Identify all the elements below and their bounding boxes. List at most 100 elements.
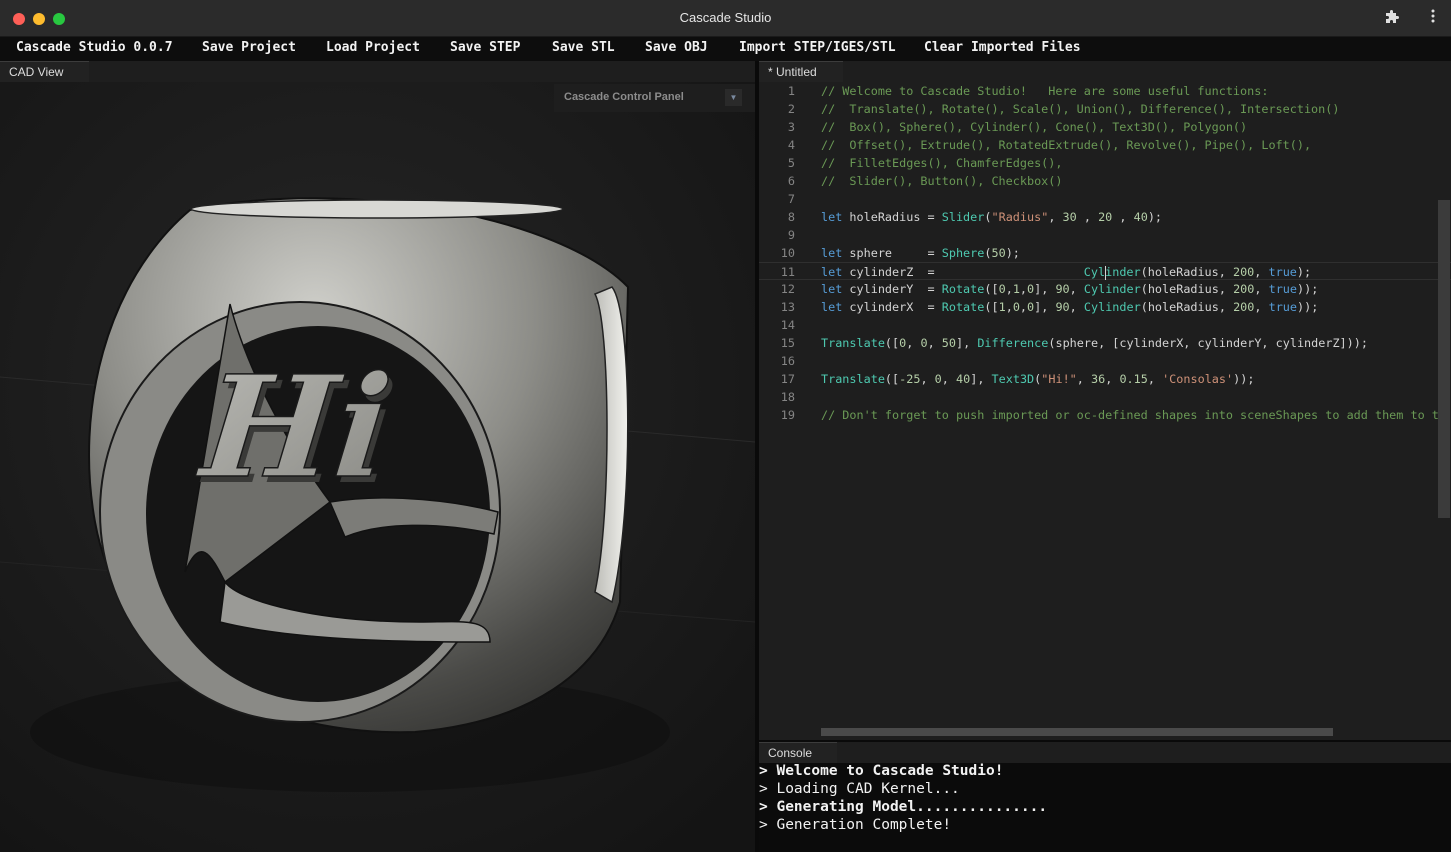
code-line[interactable]: 5 // FilletEdges(), ChamferEdges(), <box>759 154 1451 172</box>
code-line[interactable]: 3 // Box(), Sphere(), Cylinder(), Cone(),… <box>759 118 1451 136</box>
model-text: Hi <box>191 345 398 510</box>
chevron-down-icon[interactable]: ▼ <box>725 89 742 106</box>
code-token: Cyl <box>1083 265 1106 279</box>
line-number: 19 <box>780 408 795 422</box>
code-token: holeRadius = <box>842 210 942 224</box>
code-token: let <box>821 246 843 260</box>
code-token: , <box>1019 282 1028 296</box>
code-token: 1 <box>998 300 1006 314</box>
code-token: 0 <box>998 282 1006 296</box>
line-number: 10 <box>780 246 795 260</box>
window-title: Cascade Studio <box>679 10 772 25</box>
code-line[interactable]: 12 let cylinderY = Rotate([0,1,0], 90, Cy… <box>759 280 1451 298</box>
code-token: let <box>821 210 843 224</box>
code-line[interactable]: 11 let cylinderZ = Cylinder(holeRadius, 2… <box>759 262 1451 280</box>
line-number: 2 <box>787 102 795 116</box>
code-token: 30 <box>1062 210 1077 224</box>
code-text: Translate([0, 0, 50], Difference(sphere,… <box>821 334 1368 352</box>
console-line: > Welcome to Cascade Studio! <box>759 763 1004 779</box>
line-number: 3 <box>787 120 795 134</box>
code-token: ); <box>1005 246 1020 260</box>
code-line[interactable]: 13 let cylinderX = Rotate([1,0,0], 90, Cy… <box>759 298 1451 316</box>
code-token: ], <box>1034 300 1056 314</box>
more-vertical-icon[interactable] <box>1426 9 1440 29</box>
code-token: , <box>1105 372 1120 386</box>
menu-app-version[interactable]: Cascade Studio 0.0.7 <box>16 40 173 55</box>
code-line[interactable]: 8 let holeRadius = Slider("Radius", 30 , … <box>759 208 1451 226</box>
cad-viewport[interactable]: Hi Hi Cascade Control Panel ▼ <box>0 82 755 852</box>
tab-console[interactable]: Console <box>759 742 837 763</box>
code-token: Text3D <box>991 372 1035 386</box>
code-line[interactable]: 17 Translate([-25, 0, 40], Text3D("Hi!", … <box>759 370 1451 388</box>
code-text: // Welcome to Cascade Studio! Here are s… <box>821 82 1268 100</box>
menu-save-stl[interactable]: Save STL <box>552 40 615 55</box>
code-token: , <box>906 336 921 350</box>
code-token: ([ <box>984 282 999 296</box>
code-token: )); <box>1297 300 1319 314</box>
code-token: cylinderZ = <box>842 265 1084 279</box>
menu-save-project[interactable]: Save Project <box>202 40 296 55</box>
console-line: > Generating Model............... <box>759 799 1048 815</box>
code-token: 40 <box>1133 210 1148 224</box>
code-token: let <box>821 300 843 314</box>
code-token: , <box>1147 372 1163 386</box>
code-token: 200 <box>1233 282 1255 296</box>
control-panel[interactable]: Cascade Control Panel ▼ <box>554 84 755 112</box>
code-token: ); <box>1296 265 1312 279</box>
line-number: 8 <box>787 210 795 224</box>
tab-cad-view[interactable]: CAD View <box>0 61 89 82</box>
code-token: -25 <box>899 372 921 386</box>
code-text: let cylinderX = Rotate([1,0,0], 90, Cyli… <box>821 298 1318 316</box>
tab-untitled[interactable]: * Untitled <box>759 61 843 82</box>
horizontal-splitter[interactable] <box>759 740 1451 742</box>
menu-save-step[interactable]: Save STEP <box>450 40 520 55</box>
console-line: > Generation Complete! <box>759 817 952 833</box>
line-number: 6 <box>787 174 795 188</box>
editor-horizontal-scrollbar[interactable] <box>821 728 1333 736</box>
code-text: // Slider(), Button(), Checkbox() <box>821 172 1062 190</box>
code-line[interactable]: 18 <box>759 388 1451 406</box>
code-token: sphere = <box>842 246 942 260</box>
code-token: let <box>821 282 843 296</box>
code-token: , <box>1254 282 1269 296</box>
code-token: true <box>1268 300 1298 314</box>
code-line[interactable]: 16 <box>759 352 1451 370</box>
code-line[interactable]: 9 <box>759 226 1451 244</box>
code-token: // Welcome to Cascade Studio! Here are s… <box>821 84 1269 98</box>
code-line[interactable]: 1 // Welcome to Cascade Studio! Here are … <box>759 82 1451 100</box>
line-number: 14 <box>780 318 795 332</box>
code-line[interactable]: 10 let sphere = Sphere(50); <box>759 244 1451 262</box>
code-text: // FilletEdges(), ChamferEdges(), <box>821 154 1062 172</box>
code-token: 40 <box>956 372 971 386</box>
code-text: let cylinderZ = Cylinder(holeRadius, 200… <box>821 263 1311 281</box>
code-text: let sphere = Sphere(50); <box>821 244 1020 262</box>
code-line[interactable]: 19 // Don't forget to push imported or oc… <box>759 406 1451 424</box>
code-token: "Hi!" <box>1041 372 1077 386</box>
code-line[interactable]: 14 <box>759 316 1451 334</box>
code-editor[interactable]: 1 // Welcome to Cascade Studio! Here are … <box>759 82 1451 740</box>
menu-import-files[interactable]: Import STEP/IGES/STL <box>739 40 896 55</box>
code-token: ); <box>1147 210 1163 224</box>
code-token: , <box>1019 300 1028 314</box>
code-line[interactable]: 15 Translate([0, 0, 50], Difference(spher… <box>759 334 1451 352</box>
code-token: cylinderX = <box>842 300 942 314</box>
menu-load-project[interactable]: Load Project <box>326 40 420 55</box>
code-token: // Slider(), Button(), Checkbox() <box>821 174 1063 188</box>
code-token: , <box>1254 265 1269 279</box>
code-text: // Don't forget to push imported or oc-d… <box>821 406 1439 424</box>
code-line[interactable]: 2 // Translate(), Rotate(), Scale(), Unio… <box>759 100 1451 118</box>
code-token: 'Consolas' <box>1162 372 1234 386</box>
puzzle-icon[interactable] <box>1383 10 1401 28</box>
editor-vertical-scrollbar[interactable] <box>1438 200 1450 518</box>
code-token: 36 <box>1091 372 1106 386</box>
code-line[interactable]: 7 <box>759 190 1451 208</box>
line-number: 18 <box>780 390 795 404</box>
menu-save-obj[interactable]: Save OBJ <box>645 40 708 55</box>
code-line[interactable]: 6 // Slider(), Button(), Checkbox() <box>759 172 1451 190</box>
code-line[interactable]: 4 // Offset(), Extrude(), RotatedExtrude(… <box>759 136 1451 154</box>
code-token: , <box>1112 210 1134 224</box>
menu-clear-imported-files[interactable]: Clear Imported Files <box>924 40 1081 55</box>
code-token: , <box>1076 372 1091 386</box>
line-number: 13 <box>780 300 795 314</box>
line-number: 16 <box>780 354 795 368</box>
